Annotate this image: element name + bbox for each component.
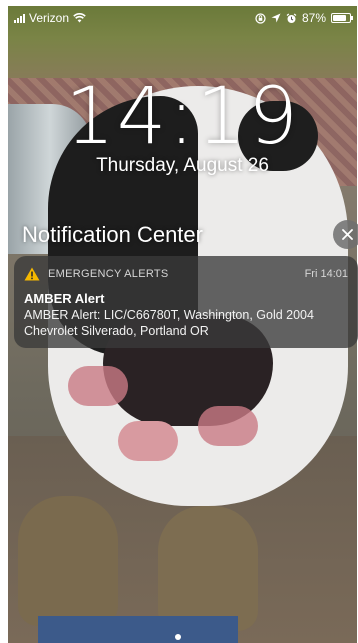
lock-screen-date: Thursday, August 26 bbox=[96, 155, 269, 176]
notification-title: AMBER Alert bbox=[24, 291, 105, 306]
signal-bars-icon bbox=[14, 13, 25, 23]
status-bar-left: Verizon bbox=[14, 11, 86, 25]
battery-icon bbox=[331, 13, 353, 23]
clear-notifications-button[interactable] bbox=[333, 220, 358, 249]
notification-center-title: Notification Center bbox=[22, 222, 203, 247]
notification-app-name: EMERGENCY ALERTS bbox=[48, 268, 169, 280]
close-icon bbox=[342, 229, 353, 240]
location-icon bbox=[271, 13, 281, 23]
warning-icon bbox=[24, 267, 40, 281]
wallpaper-shoe bbox=[158, 506, 258, 631]
status-bar: Verizon 87% bbox=[8, 6, 357, 28]
notification-card[interactable]: EMERGENCY ALERTS Fri 14:01 AMBER Alert A… bbox=[14, 256, 358, 348]
notification-body: AMBER Alert: LIC/C66780T, Washington, Go… bbox=[24, 308, 314, 338]
page-indicator bbox=[175, 634, 181, 640]
notification-header: EMERGENCY ALERTS Fri 14:01 bbox=[24, 265, 348, 283]
carrier-name: Verizon bbox=[29, 11, 70, 25]
orientation-lock-icon bbox=[255, 12, 266, 24]
status-bar-right: 87% bbox=[255, 11, 353, 25]
lock-screen-time: 14:19 bbox=[65, 72, 300, 162]
wallpaper-shoe bbox=[18, 496, 118, 626]
notification-timestamp: Fri 14:01 bbox=[304, 268, 348, 280]
alarm-icon bbox=[286, 13, 297, 23]
battery-percent: 87% bbox=[301, 11, 326, 25]
wallpaper-dog-mouth bbox=[118, 421, 178, 461]
wifi-icon bbox=[73, 13, 86, 23]
wallpaper-jeans bbox=[38, 616, 238, 643]
wallpaper-dog-spot bbox=[198, 406, 258, 446]
wallpaper-dog-spot bbox=[68, 366, 128, 406]
